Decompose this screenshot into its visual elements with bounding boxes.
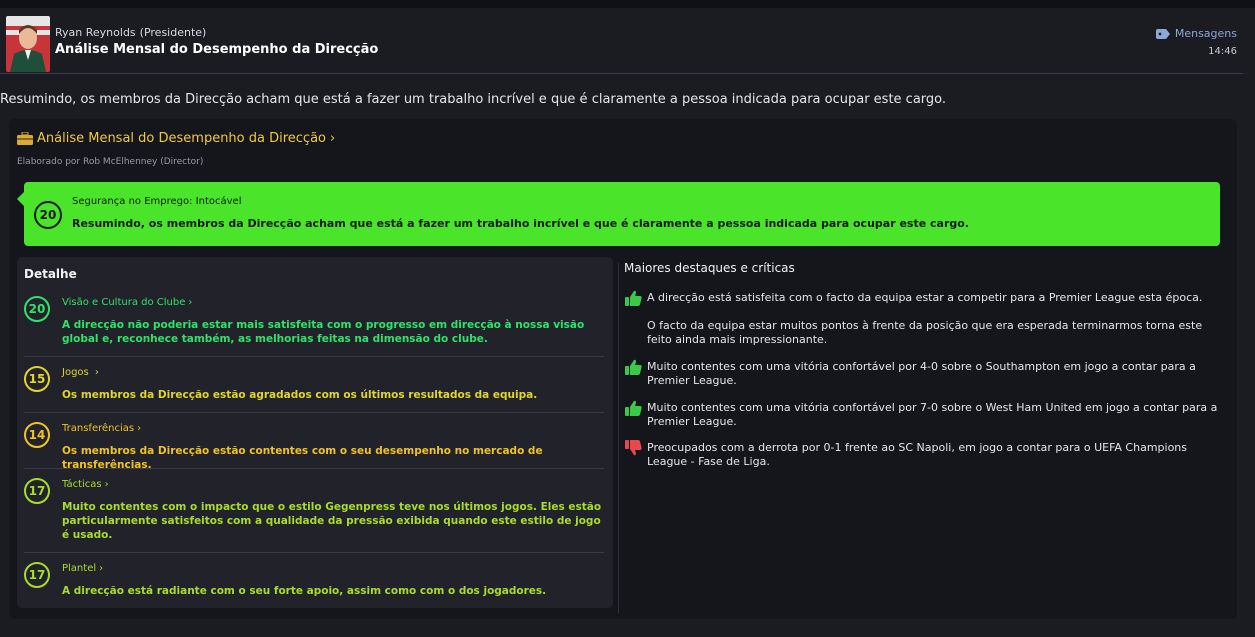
report-title-link[interactable]: Análise Mensal do Desempenho da Direcção…: [17, 131, 335, 146]
detail-link-transfers[interactable]: Transferências ›: [62, 423, 141, 434]
message-frame: Ryan Reynolds (Presidente) Análise Mensal…: [0, 8, 1255, 637]
detail-text: Os membros da Direcção estão agradados c…: [62, 389, 538, 401]
score-badge: 14: [24, 422, 50, 448]
job-security-card: 20 Segurança no Emprego: Intocável Resum…: [17, 182, 1220, 246]
header-divider: [0, 73, 1243, 74]
detail-title: Detalhe: [24, 267, 77, 281]
detail-name: Plantel: [62, 563, 97, 574]
chevron-right-icon: ›: [188, 297, 193, 308]
chevron-right-icon: ›: [104, 479, 109, 490]
message-subject: Análise Mensal do Desempenho da Direcção: [55, 42, 379, 57]
highlight-text: A direcção está satisfeita com o facto d…: [647, 291, 1203, 304]
sender-name[interactable]: Ryan Reynolds: [55, 26, 136, 39]
callout-pointer: [17, 192, 24, 206]
security-label: Segurança no Emprego: Intocável: [72, 196, 242, 207]
detail-link-vision[interactable]: Visão e Cultura do Clube ›: [62, 297, 192, 308]
message-time: 14:46: [1208, 46, 1237, 57]
chevron-right-icon: ›: [330, 131, 336, 146]
highlight-text: Muito contentes com uma vitória confortá…: [647, 401, 1218, 428]
report-author: Elaborado por Rob McElhenney (Director): [17, 157, 204, 167]
chevron-right-icon: ›: [99, 563, 104, 574]
tag-icon: [1155, 28, 1170, 39]
column-divider: [618, 263, 619, 613]
thumbs-up-icon: [625, 400, 642, 416]
sender-role: (Presidente): [139, 26, 207, 39]
detail-divider: [24, 356, 604, 357]
messages-label: Mensagens: [1174, 27, 1237, 40]
thumbs-down-icon: [625, 440, 642, 456]
report-title: Análise Mensal do Desempenho da Direcção: [37, 131, 327, 146]
detail-text: A direcção não poderia estar mais satisf…: [62, 319, 585, 345]
chevron-right-icon: ›: [91, 367, 99, 378]
top-strip: [0, 0, 1255, 8]
messages-link[interactable]: Mensagens: [1155, 27, 1237, 40]
detail-divider: [24, 412, 604, 413]
thumbs-up-icon: [625, 359, 642, 375]
detail-link-games[interactable]: Jogos ›: [62, 367, 99, 378]
sender-line: Ryan Reynolds (Presidente): [55, 26, 206, 39]
detail-name: Visão e Cultura do Clube: [62, 297, 186, 308]
score-badge: 15: [24, 366, 50, 392]
detail-section: Detalhe 20 Visão e Cultura do Clube › A d…: [17, 257, 613, 608]
thumbs-up-icon: [625, 290, 642, 306]
summary-text: Resumindo, os membros da Direcção acham …: [0, 92, 947, 107]
detail-text: A direcção está radiante com o seu forte…: [62, 585, 547, 597]
detail-text: Muito contentes com o impacto que o esti…: [62, 501, 602, 541]
score-badge: 17: [24, 478, 50, 504]
highlight-text: O facto da equipa estar muitos pontos à …: [647, 319, 1203, 346]
detail-name: Tácticas: [62, 479, 102, 490]
board-report-panel: Análise Mensal do Desempenho da Direcção…: [9, 119, 1237, 619]
detail-name: Transferências: [62, 423, 135, 434]
security-score: 20: [34, 201, 62, 229]
highlight-text: Muito contentes com uma vitória confortá…: [647, 360, 1196, 387]
detail-link-squad[interactable]: Plantel ›: [62, 563, 103, 574]
highlight-text: Preocupados com a derrota por 0-1 frente…: [647, 441, 1188, 468]
highlights-title: Maiores destaques e críticas: [624, 261, 795, 275]
detail-divider: [24, 468, 604, 469]
score-badge: 20: [24, 296, 50, 322]
security-text: Resumindo, os membros da Direcção acham …: [72, 217, 969, 230]
message-header: Ryan Reynolds (Presidente) Análise Mensal…: [0, 8, 1255, 74]
score-badge: 17: [24, 562, 50, 588]
detail-link-tactics[interactable]: Tácticas ›: [62, 479, 109, 490]
chevron-right-icon: ›: [137, 423, 142, 434]
briefcase-icon: [17, 132, 33, 145]
avatar[interactable]: [6, 16, 50, 72]
detail-divider: [24, 552, 604, 553]
detail-name: Jogos: [62, 367, 89, 378]
